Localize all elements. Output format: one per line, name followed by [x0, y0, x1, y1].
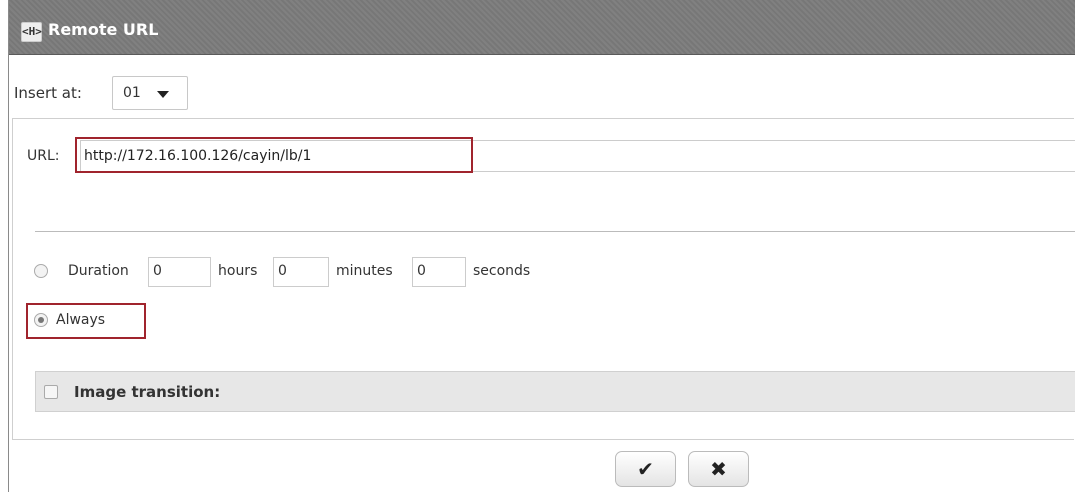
insert-at-value: 01: [123, 85, 141, 101]
divider: [35, 231, 1075, 232]
seconds-value: 0: [417, 263, 426, 279]
minutes-input[interactable]: 0: [273, 257, 329, 287]
dialog-title: Remote URL: [48, 20, 159, 39]
image-transition-label: Image transition:: [74, 383, 221, 401]
chevron-down-icon: [157, 91, 169, 98]
always-highlight-box: [26, 303, 146, 339]
url-label: URL:: [27, 148, 60, 164]
html-tag-icon: <H>: [21, 22, 42, 42]
url-highlight-box: [75, 137, 473, 173]
hours-value: 0: [153, 263, 162, 279]
x-icon: ✖: [710, 457, 727, 481]
image-transition-checkbox[interactable]: [44, 385, 58, 399]
duration-radio[interactable]: [34, 264, 48, 278]
insert-at-label: Insert at:: [14, 84, 82, 102]
minutes-value: 0: [278, 263, 287, 279]
check-icon: ✔: [637, 457, 654, 481]
minutes-label: minutes: [336, 263, 393, 279]
insert-at-select[interactable]: 01: [112, 76, 188, 110]
cancel-button[interactable]: ✖: [688, 451, 749, 487]
image-transition-bar: Image transition:: [35, 371, 1075, 412]
seconds-input[interactable]: 0: [412, 257, 466, 287]
duration-label: Duration: [68, 263, 129, 279]
confirm-button[interactable]: ✔: [615, 451, 676, 487]
dialog-titlebar: <H> Remote URL: [9, 0, 1075, 55]
hours-label: hours: [218, 263, 258, 279]
seconds-label: seconds: [473, 263, 531, 279]
hours-input[interactable]: 0: [148, 257, 211, 287]
